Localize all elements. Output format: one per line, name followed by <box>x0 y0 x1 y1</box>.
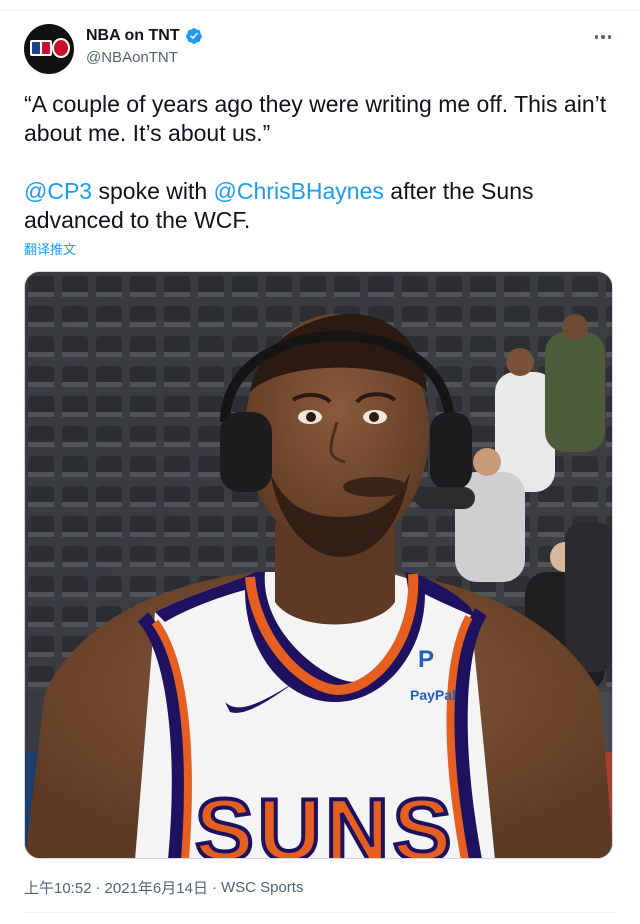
verified-badge-icon <box>185 28 202 44</box>
tweet-text: “A couple of years ago they were writing… <box>24 90 616 235</box>
tweet-meta: 上午10:52 · 2021年6月14日 · WSC Sports <box>24 877 303 898</box>
tweet-time[interactable]: 上午10:52 <box>24 877 92 898</box>
avatar[interactable] <box>24 24 74 74</box>
meta-separator: · <box>211 879 217 896</box>
author-name-row: NBA on TNT <box>86 27 203 45</box>
mention-chrisbhaynes-link[interactable]: @ChrisBHaynes <box>214 178 384 204</box>
tweet-media-image[interactable]: P PayPal SUNS <box>24 271 613 859</box>
bottom-divider <box>24 912 616 913</box>
author-handle[interactable]: @NBAonTNT <box>86 49 178 66</box>
translate-tweet-link[interactable]: 翻译推文 <box>24 239 76 258</box>
tweet-date[interactable]: 2021年6月14日 <box>105 877 208 898</box>
nba-logo-icon <box>30 40 52 56</box>
top-divider <box>0 10 640 11</box>
jersey-suns-text: SUNS <box>195 780 456 859</box>
tnt-logo-icon <box>52 38 70 58</box>
player-interview-photo: P PayPal SUNS <box>25 272 612 859</box>
tweet-source-link[interactable]: WSC Sports <box>221 879 304 896</box>
tweet-body: @CP3 spoke with @ChrisBHaynes after the … <box>24 177 616 235</box>
tweet-quote: “A couple of years ago they were writing… <box>24 91 607 146</box>
sponsor-paypal-text: PayPal <box>410 687 456 703</box>
tweet-body-mid: spoke with <box>92 178 214 204</box>
more-options-icon[interactable] <box>592 28 614 46</box>
svg-text:P: P <box>418 646 434 673</box>
author-display-name[interactable]: NBA on TNT <box>86 27 180 45</box>
meta-separator: · <box>95 879 101 896</box>
tweet-header: NBA on TNT @NBAonTNT <box>24 24 616 76</box>
mention-cp3-link[interactable]: @CP3 <box>24 178 92 204</box>
